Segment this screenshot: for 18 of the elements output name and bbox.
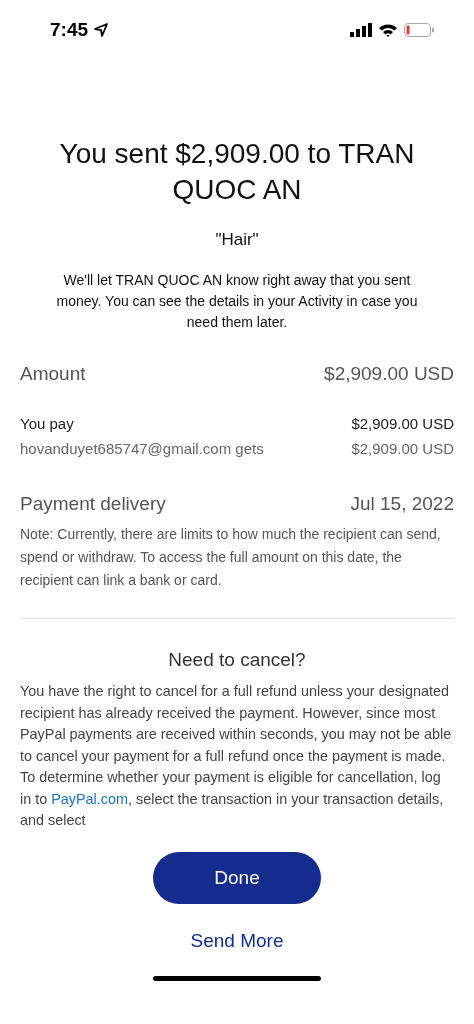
confirmation-message: We'll let TRAN QUOC AN know right away that you sent money. You can see the details in your Activity in case you need them later.: [55, 271, 419, 332]
confirmation-title: You sent $2,909.00 to TRAN QUOC AN: [58, 137, 416, 207]
breakdown-label: hovanduyet685747@gmail.com gets: [20, 440, 264, 457]
breakdown-value: $2,909.00 USD: [351, 440, 454, 457]
delivery-note: Note: Currently, there are limits to how much the recipient can send, spend or withdraw. To access the full amount on this date, the recipient can link a bank or card.: [20, 525, 442, 590]
status-time: 7:45: [50, 19, 89, 41]
done-button[interactable]: Done: [153, 851, 321, 904]
breakdown-label: You pay: [20, 415, 74, 432]
amount-value: $2,909.00 USD: [324, 363, 454, 385]
send-more-button[interactable]: Send More: [182, 925, 292, 956]
delivery-date: Jul 15, 2022: [350, 493, 454, 515]
cancel-heading: Need to cancel?: [167, 649, 307, 671]
amount-label: Amount: [20, 363, 86, 385]
cancel-policy-text: You have the right to cancel for a full refund unless your designated recipient has already received the payment. However, since most PayPal payments are received within seconds, you may not be able to cancel your payment for a full refund once the payment is made. To determine whether your payment is eligible for cancellation, log in to PayPal.com, select the transaction in your transaction details, and select: [20, 682, 453, 830]
breakdown-value: $2,909.00 USD: [351, 415, 454, 432]
payment-note: "Hair": [214, 230, 260, 250]
paypal-link[interactable]: PayPal.com: [51, 790, 128, 807]
delivery-label: Payment delivery: [20, 493, 166, 515]
